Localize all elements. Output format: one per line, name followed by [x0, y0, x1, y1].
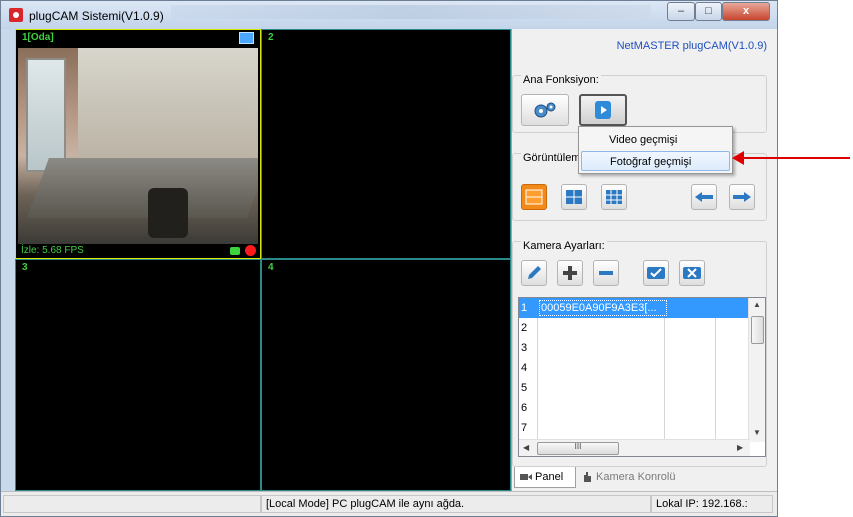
settings-button[interactable] [521, 94, 569, 126]
arrow-right-icon [733, 192, 751, 202]
previous-page-button[interactable] [691, 184, 717, 210]
quad-view-icon [566, 190, 582, 204]
row-number: 1 [521, 302, 528, 314]
title-bar[interactable]: plugCAM Sistemi(V1.0.9) – □ x [1, 1, 777, 29]
status-ip: Lokal IP: 192.168.: [651, 495, 773, 513]
minus-icon [599, 271, 613, 275]
row-number: 5 [521, 382, 528, 394]
tab-label: Kamera Konrolü [596, 471, 676, 483]
pencil-icon [528, 266, 541, 279]
window-title: plugCAM Sistemi(V1.0.9) [29, 9, 164, 23]
group-title: Ana Fonksiyon: [521, 74, 601, 86]
minimize-button[interactable]: – [667, 2, 695, 21]
row-number: 4 [521, 362, 528, 374]
tab-panel[interactable]: Panel [514, 467, 576, 488]
single-view-icon [525, 189, 543, 205]
maximize-button[interactable]: □ [695, 2, 722, 21]
camera-view-3[interactable]: 3 [15, 259, 261, 491]
list-item[interactable]: 7 [519, 418, 750, 438]
list-item[interactable]: 4 [519, 358, 750, 378]
record-icon[interactable] [245, 245, 256, 256]
layout-9-button[interactable] [601, 184, 627, 210]
blurred-taskbar-strip [171, 5, 651, 19]
arrow-left-icon [695, 192, 713, 202]
camera-label: 1[Oda] [22, 32, 54, 43]
scroll-thumb[interactable]: III [537, 442, 619, 455]
status-mode: [Local Mode] PC plugCAM ile aynı ağda. [261, 495, 651, 513]
list-item[interactable]: 5 [519, 378, 750, 398]
fps-readout: İzle: 5.68 FPS [21, 245, 84, 256]
list-item[interactable]: 6 [519, 398, 750, 418]
playback-icon [595, 101, 611, 119]
history-button[interactable] [579, 94, 627, 126]
panel-icon [520, 474, 532, 480]
main-function-group: Ana Fonksiyon: [512, 74, 767, 133]
list-item[interactable]: 1 00059E0A90F9A3E3[... [519, 298, 750, 318]
monitor-icon[interactable] [239, 32, 254, 44]
status-bar: [Local Mode] PC plugCAM ile aynı ağda. L… [1, 491, 777, 516]
add-camera-button[interactable] [557, 260, 583, 286]
annotation-arrow [732, 151, 850, 165]
history-context-menu: Video geçmişi Fotoğraf geçmişi [578, 126, 733, 174]
snapshot-icon[interactable] [230, 247, 240, 255]
camera-x-icon [683, 267, 701, 279]
camera-feed-image [18, 48, 258, 244]
menu-item-photo-history[interactable]: Fotoğraf geçmişi [581, 151, 730, 171]
list-item[interactable]: 3 [519, 338, 750, 358]
menu-item-video-history[interactable]: Video geçmişi [581, 130, 730, 150]
scroll-right-icon[interactable]: ▶ [737, 443, 743, 452]
nine-view-icon [606, 190, 622, 204]
camera-label: 4 [268, 262, 274, 273]
camera-check-icon [647, 267, 665, 279]
disconnect-camera-button[interactable] [679, 260, 705, 286]
row-number: 6 [521, 402, 528, 414]
scroll-up-icon[interactable]: ▲ [753, 300, 761, 309]
app-icon [9, 8, 23, 22]
layout-4-button[interactable] [561, 184, 587, 210]
list-item[interactable]: 2 [519, 318, 750, 338]
horizontal-scrollbar[interactable]: ◀ III ▶ [519, 439, 750, 456]
panel-tabs: Panel Kamera Konrolü [512, 467, 772, 489]
plus-icon [563, 266, 577, 280]
camera-label: 2 [268, 32, 274, 43]
camera-view-1[interactable]: 1[Oda] İzle: 5.68 FPS [15, 29, 261, 259]
camera-label: 3 [22, 262, 28, 273]
row-number: 3 [521, 342, 528, 354]
camera-list[interactable]: 1 00059E0A90F9A3E3[... 2 3 4 5 6 7 ▲ ▼ ◀ … [518, 297, 766, 457]
hand-icon [584, 472, 591, 482]
status-segment-empty [3, 495, 261, 513]
group-title: Kamera Ayarları: [521, 240, 607, 252]
scroll-down-icon[interactable]: ▼ [753, 428, 761, 437]
next-page-button[interactable] [729, 184, 755, 210]
tab-camera-control[interactable]: Kamera Konrolü [576, 467, 706, 488]
row-number: 7 [521, 422, 528, 434]
vertical-scrollbar[interactable]: ▲ ▼ [748, 298, 765, 442]
tab-label: Panel [535, 471, 564, 483]
layout-1-button[interactable] [521, 184, 547, 210]
camera-id: 00059E0A90F9A3E3[... [539, 300, 667, 316]
brand-label: NetMASTER plugCAM(V1.0.9) [616, 40, 767, 52]
control-panel: NetMASTER plugCAM(V1.0.9) Ana Fonksiyon:… [511, 29, 777, 491]
camera-grid: 1[Oda] İzle: 5.68 FPS 2 3 4 [15, 29, 511, 491]
gears-icon [534, 102, 556, 118]
remove-camera-button[interactable] [593, 260, 619, 286]
scroll-left-icon[interactable]: ◀ [523, 443, 529, 452]
camera-view-4[interactable]: 4 [261, 259, 511, 491]
camera-view-2[interactable]: 2 [261, 29, 511, 259]
close-button[interactable]: x [722, 2, 770, 21]
row-number: 2 [521, 322, 528, 334]
edit-camera-button[interactable] [521, 260, 547, 286]
app-window: plugCAM Sistemi(V1.0.9) – □ x 1[Oda] İzl… [0, 0, 778, 517]
connect-camera-button[interactable] [643, 260, 669, 286]
scroll-thumb[interactable] [751, 316, 764, 344]
